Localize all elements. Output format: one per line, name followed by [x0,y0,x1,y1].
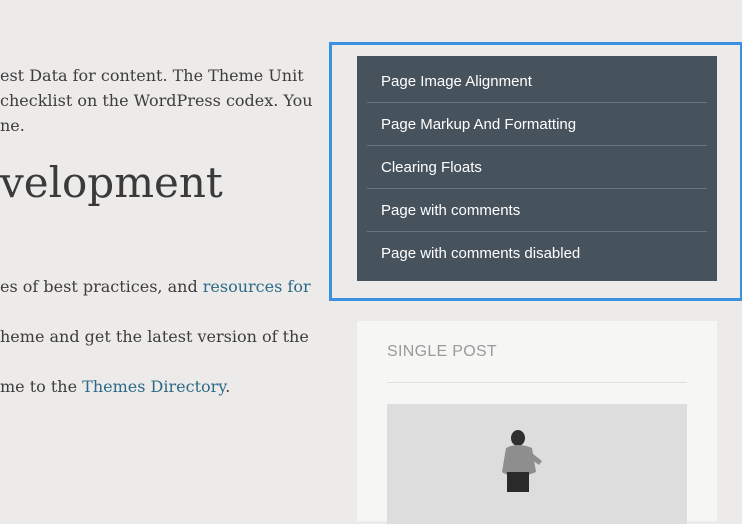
content-line-3: ne. [0,116,25,135]
menu-item-page-comments-disabled[interactable]: Page with comments disabled [367,232,707,275]
resources-link[interactable]: resources for [203,277,311,296]
menu-item-clearing-floats[interactable]: Clearing Floats [367,146,707,189]
content-line-5: heme and get the latest version of the [0,327,309,346]
content-line-6-text: me to the [0,377,83,396]
single-post-title: SINGLE POST [387,343,497,360]
menu-item-page-with-comments[interactable]: Page with comments [367,189,707,232]
post-thumbnail[interactable] [387,404,687,524]
menu-item-page-markup-formatting[interactable]: Page Markup And Formatting [367,103,707,146]
pages-menu-widget: Page Image Alignment Page Markup And For… [357,56,717,281]
content-line-1: est Data for content. The Theme Unit [0,66,304,85]
section-heading: velopment [0,158,223,207]
content-line-4: es of best practices, and resources for [0,275,311,299]
content-line-2: checklist on the WordPress codex. You [0,91,313,110]
themes-directory-link[interactable]: Themes Directory [82,377,225,396]
post-content: est Data for content. The Theme Unit che… [0,0,320,487]
content-line-4-text: es of best practices, and [0,277,203,296]
content-line-6-end: . [225,377,231,396]
person-figure-image [387,404,687,524]
single-post-widget: SINGLE POST [357,321,717,524]
widget-divider [387,382,687,383]
content-line-6: me to the Themes Directory. [0,375,230,399]
menu-item-page-image-alignment[interactable]: Page Image Alignment [367,60,707,103]
